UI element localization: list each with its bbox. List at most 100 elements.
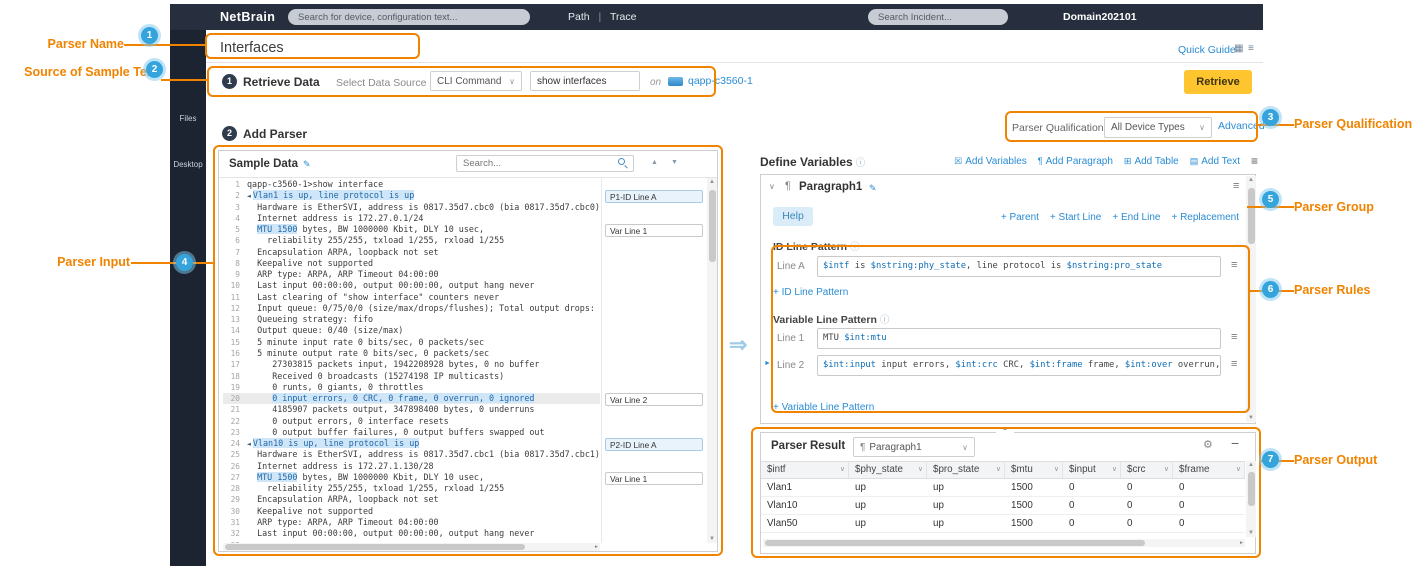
- add-table-button[interactable]: ⊞Add Table: [1124, 156, 1179, 167]
- code-line[interactable]: 15 5 minute input rate 0 bits/sec, 0 pac…: [223, 337, 600, 348]
- netbrain-logo[interactable]: NetBrain: [220, 10, 275, 24]
- toolbar-menu-icon[interactable]: ≡: [1251, 154, 1258, 168]
- column-filter-icon[interactable]: ∨: [840, 462, 845, 478]
- result-column-crc[interactable]: $crc∨: [1121, 462, 1173, 478]
- sample-horizontal-scrollbar[interactable]: ►: [223, 543, 600, 551]
- column-filter-icon[interactable]: ∨: [1236, 462, 1241, 478]
- scrollbar-thumb[interactable]: [1248, 472, 1255, 506]
- line-menu-icon[interactable]: ≡: [1231, 358, 1237, 370]
- column-filter-icon[interactable]: ∨: [1164, 462, 1169, 478]
- add-paragraph-button[interactable]: ¶Add Paragraph: [1038, 156, 1113, 167]
- help-button[interactable]: Help: [773, 207, 813, 226]
- column-filter-icon[interactable]: ∨: [1112, 462, 1117, 478]
- code-line[interactable]: 20 0 input errors, 0 CRC, 0 frame, 0 ove…: [223, 393, 600, 404]
- advanced-link[interactable]: Advanced: [1218, 120, 1265, 132]
- search-icon[interactable]: [618, 158, 625, 165]
- result-column-phy_state[interactable]: $phy_state∨: [849, 462, 927, 478]
- code-line[interactable]: 19 0 runts, 0 giants, 0 throttles: [223, 382, 600, 393]
- add-replacement-link[interactable]: + Replacement: [1171, 212, 1239, 223]
- code-line[interactable]: 21 4185907 packets output, 347898400 byt…: [223, 404, 600, 415]
- code-line[interactable]: 1qapp-c3560-1>show interface: [223, 179, 600, 190]
- add-start-line-link[interactable]: + Start Line: [1050, 212, 1101, 223]
- code-line[interactable]: 8 Keepalive not supported: [223, 258, 600, 269]
- search-prev-icon[interactable]: ▲: [651, 159, 658, 166]
- code-line[interactable]: 10 Last input 00:00:00, output 00:00:00,…: [223, 280, 600, 291]
- code-line[interactable]: 12 Input queue: 0/75/0/0 (size/max/drops…: [223, 303, 600, 314]
- device-link[interactable]: qapp-c3560-1: [688, 75, 753, 87]
- column-filter-icon[interactable]: ∨: [1054, 462, 1059, 478]
- code-line[interactable]: 9 ARP type: ARPA, ARP Timeout 04:00:00: [223, 269, 600, 280]
- code-line[interactable]: 30 Keepalive not supported: [223, 506, 600, 517]
- result-vertical-scrollbar[interactable]: ▲ ▼: [1246, 461, 1256, 537]
- qualification-dropdown[interactable]: All Device Types ∨: [1104, 117, 1212, 138]
- scroll-down-icon[interactable]: ▼: [707, 536, 717, 542]
- add-parent-link[interactable]: + Parent: [1001, 212, 1039, 223]
- add-variable-line-pattern-link[interactable]: + Variable Line Pattern: [773, 402, 874, 413]
- code-line[interactable]: 25 Hardware is EtherSVI, address is 0817…: [223, 449, 600, 460]
- result-column-intf[interactable]: $intf∨: [761, 462, 849, 478]
- scroll-up-icon[interactable]: ▲: [707, 179, 717, 185]
- scroll-up-icon[interactable]: ▲: [1246, 462, 1256, 468]
- line-tag-p2-id-line-a[interactable]: P2-ID Line A: [605, 438, 703, 451]
- code-line[interactable]: 31 ARP type: ARPA, ARP Timeout 04:00:00: [223, 517, 600, 528]
- add-end-line-link[interactable]: + End Line: [1112, 212, 1160, 223]
- info-icon[interactable]: ⓘ: [850, 242, 860, 253]
- code-line[interactable]: 18 Received 0 broadcasts (15274198 IP mu…: [223, 371, 600, 382]
- code-line[interactable]: 17 27303815 packets input, 1942208928 by…: [223, 359, 600, 370]
- line-menu-icon[interactable]: ≡: [1231, 331, 1237, 343]
- column-filter-icon[interactable]: ∨: [918, 462, 923, 478]
- scroll-up-icon[interactable]: ▲: [1246, 177, 1256, 183]
- sample-vertical-scrollbar[interactable]: ▲ ▼: [707, 178, 717, 543]
- code-line[interactable]: 26 Internet address is 172.27.1.130/28: [223, 461, 600, 472]
- scrollbar-thumb[interactable]: [225, 544, 525, 550]
- code-line[interactable]: 23 0 output buffer failures, 0 output bu…: [223, 427, 600, 438]
- code-line[interactable]: 16 5 minute output rate 0 bits/sec, 0 pa…: [223, 348, 600, 359]
- scrollbar-thumb[interactable]: [765, 540, 1145, 546]
- result-column-input[interactable]: $input∨: [1063, 462, 1121, 478]
- result-column-frame[interactable]: $frame∨: [1173, 462, 1245, 478]
- code-line[interactable]: 28 reliability 255/255, txload 1/255, rx…: [223, 483, 600, 494]
- line-tag-var-line-1[interactable]: Var Line 1: [605, 472, 703, 485]
- scroll-right-icon[interactable]: ►: [1239, 540, 1244, 546]
- code-line[interactable]: 29 Encapsulation ARPA, loopback not set: [223, 494, 600, 505]
- line-menu-icon[interactable]: ≡: [1231, 259, 1237, 271]
- code-line[interactable]: 27 MTU 1500 bytes, BW 1000000 Kbit, DLY …: [223, 472, 600, 483]
- code-line[interactable]: 11 Last clearing of "show interface" cou…: [223, 292, 600, 303]
- paragraph-menu-icon[interactable]: ≡: [1233, 180, 1239, 192]
- result-column-pro_state[interactable]: $pro_state∨: [927, 462, 1005, 478]
- result-horizontal-scrollbar[interactable]: ►: [763, 539, 1245, 547]
- add-id-line-pattern-link[interactable]: + ID Line Pattern: [773, 287, 848, 298]
- collapse-panel-icon[interactable]: ▴: [996, 424, 1014, 434]
- add-text-button[interactable]: ▤Add Text: [1190, 156, 1240, 167]
- column-filter-icon[interactable]: ∨: [996, 462, 1001, 478]
- gear-icon[interactable]: ⚙: [1203, 438, 1213, 451]
- code-line[interactable]: 3 Hardware is EtherSVI, address is 0817.…: [223, 202, 600, 213]
- nav-trace[interactable]: Trace: [610, 11, 636, 23]
- cli-command-input[interactable]: [530, 71, 640, 91]
- result-paragraph-dropdown[interactable]: ¶ Paragraph1 ∨: [853, 437, 975, 457]
- global-search-input[interactable]: [288, 9, 530, 25]
- code-line[interactable]: 6 reliability 255/255, txload 1/255, rxl…: [223, 235, 600, 246]
- id-line-a-pattern-input[interactable]: $intf is $nstring:phy_state, line protoc…: [817, 256, 1221, 277]
- edit-pencil-icon[interactable]: ✎: [869, 183, 877, 194]
- incident-search-input[interactable]: [868, 9, 1008, 25]
- add-variables-button[interactable]: ☒Add Variables: [954, 156, 1027, 167]
- data-source-dropdown[interactable]: CLI Command ∨: [430, 71, 522, 91]
- search-next-icon[interactable]: ▼: [671, 159, 678, 166]
- quick-guide-link[interactable]: Quick Guide: [1178, 44, 1236, 56]
- code-line[interactable]: 32 Last input 00:00:00, output 00:00:00,…: [223, 528, 600, 539]
- code-line[interactable]: 2◄Vlan1 is up, line protocol is up: [223, 190, 600, 201]
- line-tag-var-line-1[interactable]: Var Line 1: [605, 224, 703, 237]
- sample-search-input[interactable]: [456, 155, 634, 172]
- code-line[interactable]: 24◄Vlan10 is up, line protocol is up: [223, 438, 600, 449]
- scrollbar-thumb[interactable]: [1248, 188, 1255, 244]
- scroll-right-icon[interactable]: ►: [594, 544, 599, 550]
- var-line-1-pattern-input[interactable]: MTU $int:mtu: [817, 328, 1221, 349]
- code-line[interactable]: 22 0 output errors, 0 interface resets: [223, 416, 600, 427]
- code-line[interactable]: 5 MTU 1500 bytes, BW 1000000 Kbit, DLY 1…: [223, 224, 600, 235]
- nav-path[interactable]: Path: [568, 11, 590, 23]
- code-line[interactable]: 7 Encapsulation ARPA, loopback not set: [223, 247, 600, 258]
- define-vertical-scrollbar[interactable]: ▲ ▼: [1246, 176, 1256, 422]
- edit-pencil-icon[interactable]: ✎: [303, 159, 311, 170]
- code-line[interactable]: 13 Queueing strategy: fifo: [223, 314, 600, 325]
